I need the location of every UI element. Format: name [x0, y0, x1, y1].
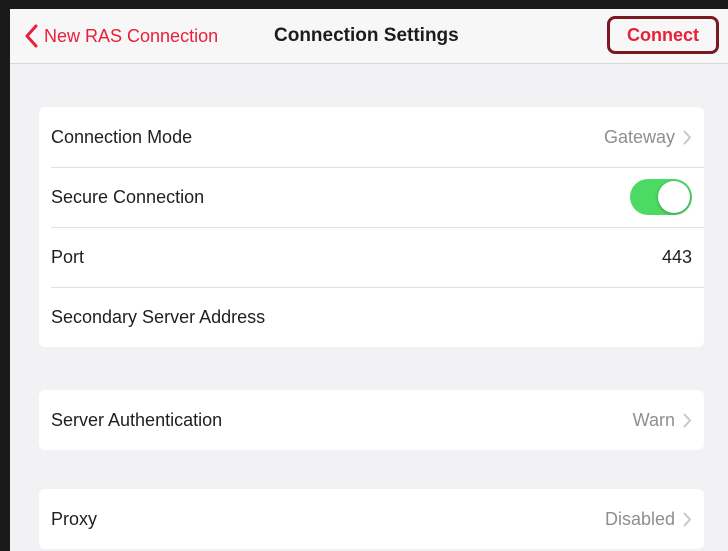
chevron-right-icon [683, 130, 691, 144]
row-connection-mode[interactable]: Connection Mode Gateway [39, 107, 704, 167]
secure-connection-label: Secure Connection [51, 186, 205, 207]
server-authentication-group: Server Authentication Warn [39, 390, 704, 450]
server-authentication-value: Warn [632, 409, 675, 430]
back-button-label: New RAS Connection [44, 25, 219, 46]
proxy-group: Proxy Disabled [39, 489, 704, 549]
toggle-knob [658, 181, 690, 213]
proxy-label: Proxy [51, 508, 98, 529]
port-value: 443 [661, 246, 692, 267]
connect-button[interactable]: Connect [607, 16, 719, 54]
connection-mode-value: Gateway [603, 126, 675, 147]
connection-settings-group: Connection Mode Gateway Secure Connectio… [39, 107, 704, 347]
app-screen: New RAS Connection Connection Settings C… [10, 9, 728, 551]
proxy-value: Disabled [604, 508, 675, 529]
row-server-authentication[interactable]: Server Authentication Warn [39, 390, 704, 450]
chevron-left-icon [25, 24, 38, 48]
connection-mode-label: Connection Mode [51, 126, 193, 147]
device-frame: New RAS Connection Connection Settings C… [0, 0, 728, 551]
back-button[interactable]: New RAS Connection [24, 23, 218, 49]
secondary-server-address-label: Secondary Server Address [51, 306, 266, 327]
connect-button-label: Connect [627, 24, 699, 45]
server-authentication-label: Server Authentication [51, 409, 223, 430]
navigation-bar: New RAS Connection Connection Settings C… [10, 9, 728, 64]
page-title: Connection Settings [274, 25, 459, 46]
chevron-right-icon [683, 413, 691, 427]
row-port[interactable]: Port 443 [39, 227, 704, 287]
row-proxy[interactable]: Proxy Disabled [39, 489, 704, 549]
port-label: Port [51, 246, 85, 267]
secure-connection-toggle[interactable] [630, 179, 692, 215]
row-secure-connection: Secure Connection [39, 167, 704, 227]
row-secondary-server-address[interactable]: Secondary Server Address [39, 287, 704, 347]
chevron-right-icon [683, 512, 691, 526]
